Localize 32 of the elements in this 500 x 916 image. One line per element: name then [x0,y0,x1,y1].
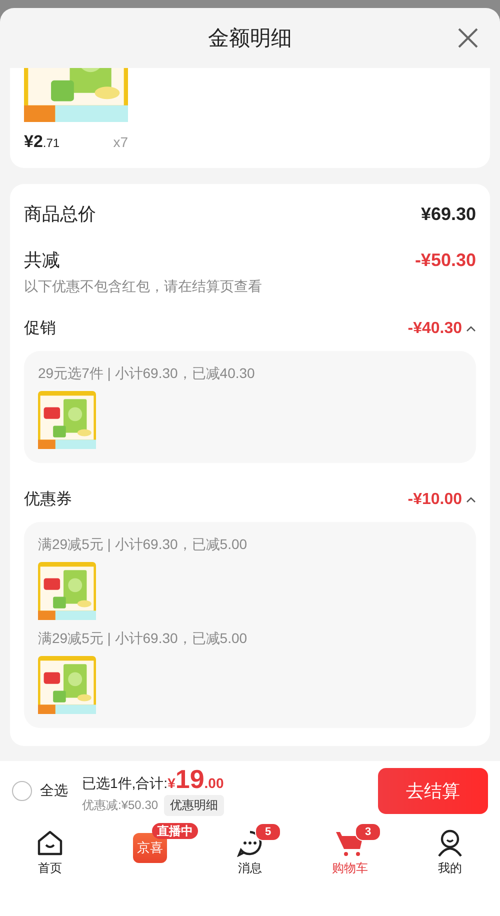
total-value: ¥69.30 [420,204,476,224]
chevron-up-icon [466,496,476,502]
section-amount[interactable]: -¥10.00 [408,490,476,508]
total-amount: 已选1件,合计:¥19.00 [82,766,225,793]
discount-detail-button[interactable]: 优惠明细 [164,795,224,816]
saving-text: 优惠减:¥50.30 [82,797,158,814]
sheet-title: 金额明细 [208,26,292,52]
discount-note: 以下优惠不包含红包，请在结算页查看 [24,278,263,296]
chat-icon [236,829,264,857]
home-icon [36,829,64,857]
nav-tab[interactable]: 我的 [400,821,500,877]
person-icon [436,829,464,857]
product-quantity: x7 [113,134,128,150]
discount-rule: 满29减5元 | 小计69.30，已减5.00 [38,630,248,648]
total-label: 商品总价 [24,203,96,226]
section-title: 促销 [24,319,56,339]
section-amount[interactable]: -¥40.30 [408,320,476,338]
discount-rule: 29元选7件 | 小计69.30，已减40.30 [38,365,256,383]
discount-label: 共减 [24,249,60,272]
count-badge: 3 [355,823,381,841]
select-all-checkbox[interactable]: 全选 [12,781,68,801]
discount-value: -¥50.30 [414,250,476,270]
count-badge: 5 [255,823,281,841]
section-title: 优惠券 [24,490,72,510]
nav-tab[interactable]: 3 购物车 [300,821,400,877]
nav-tab[interactable]: 首页 [0,821,100,877]
cart-icon [335,829,365,857]
checkout-button[interactable]: 去结算 [378,768,488,814]
nav-tab[interactable]: 5 消息 [200,821,300,877]
discount-rule: 满29减5元 | 小计69.30，已减5.00 [38,536,248,554]
chevron-up-icon [466,326,476,332]
product-price: ¥2.71 [24,132,60,152]
